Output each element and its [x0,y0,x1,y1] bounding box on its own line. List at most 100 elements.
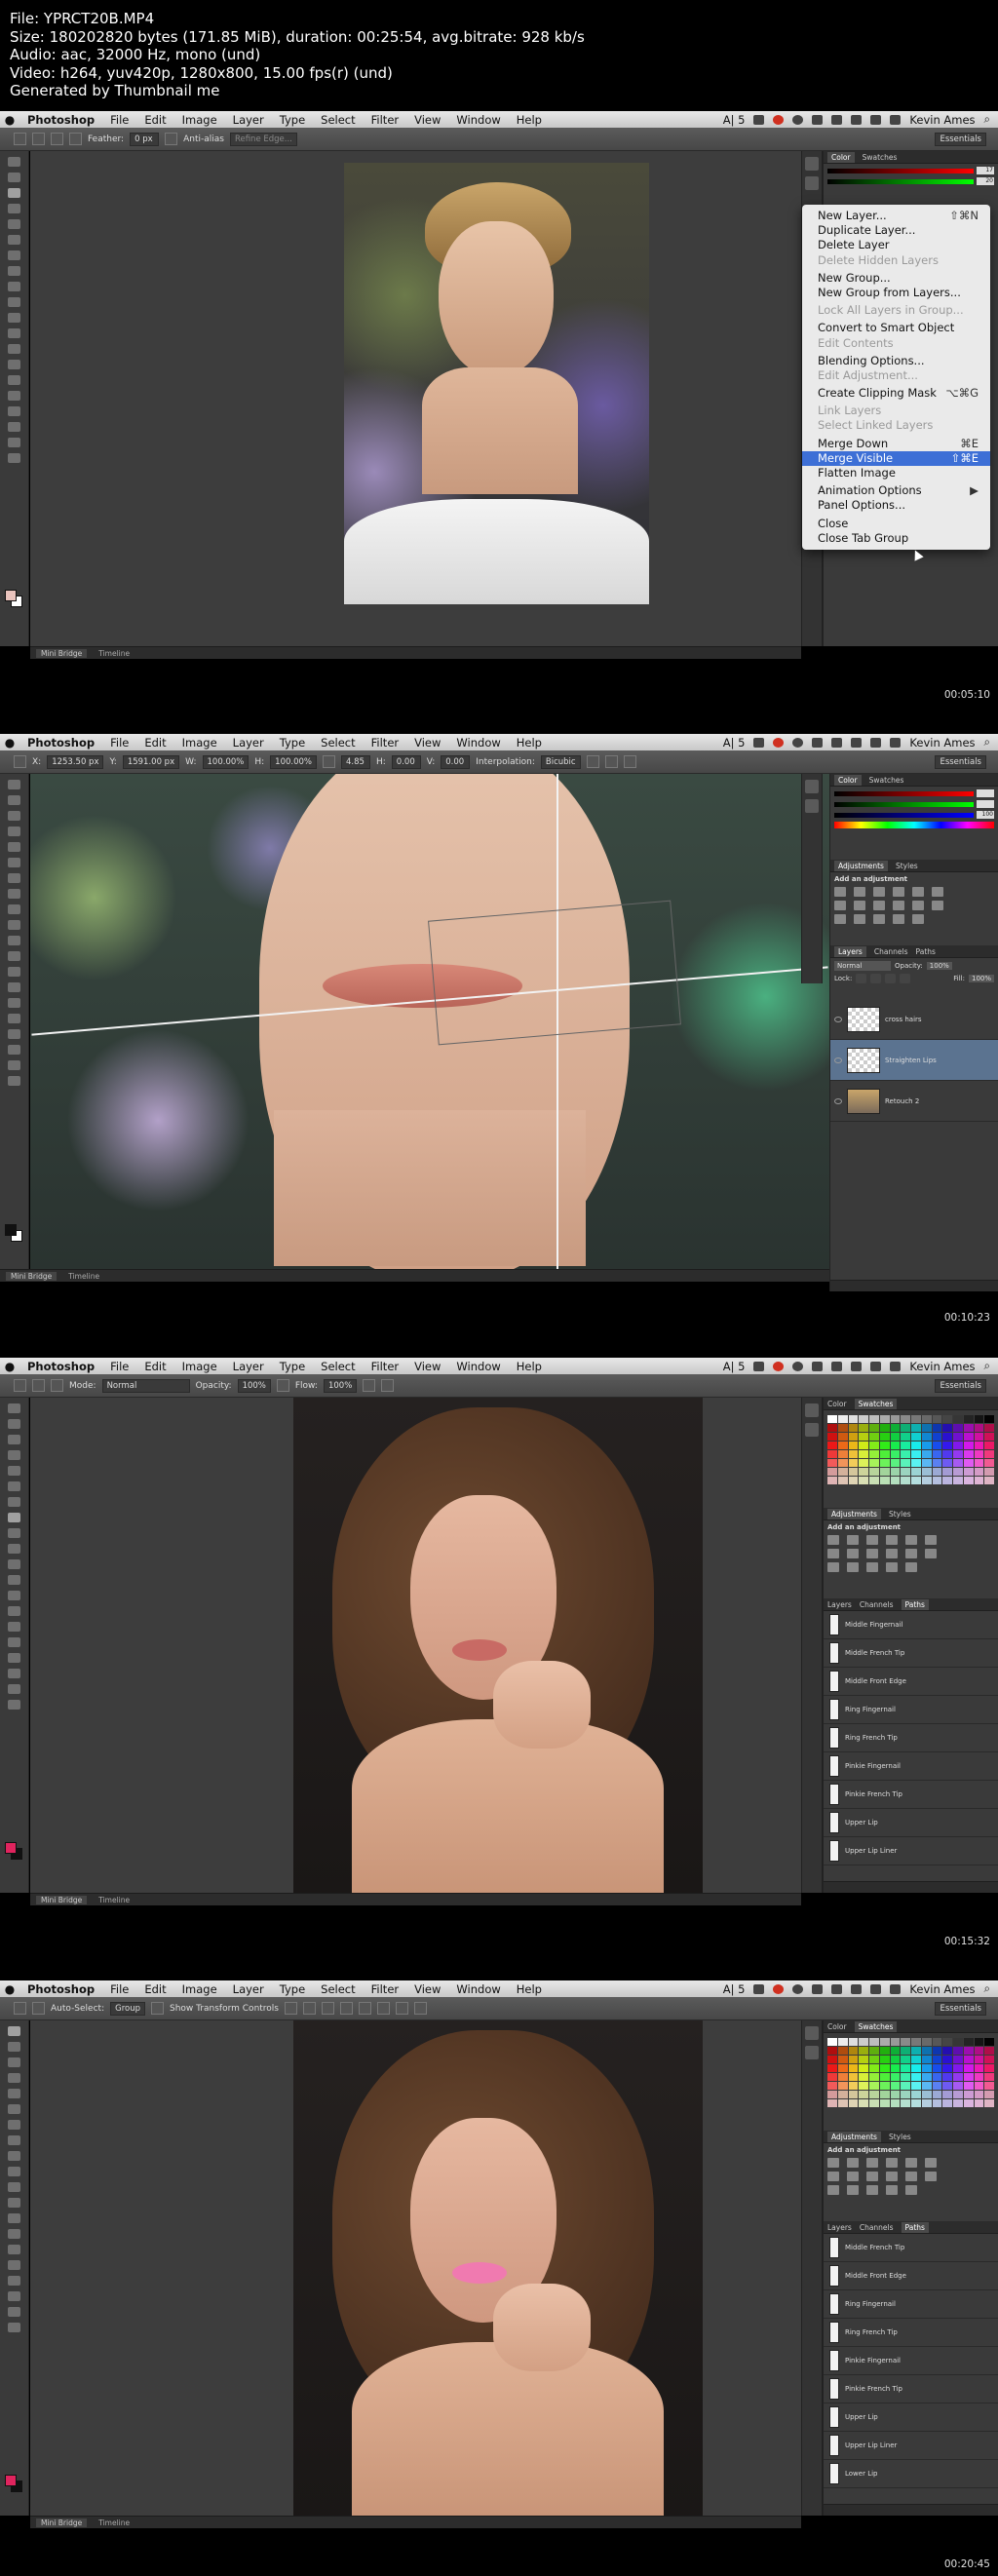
swatch-cell[interactable] [890,2091,901,2098]
eraser-tool-icon[interactable] [8,313,20,323]
tray-indicator[interactable]: A| 5 [723,1360,746,1373]
vskew-input[interactable]: 0.00 [441,754,471,769]
menubar-user[interactable]: Kevin Ames [909,1360,975,1373]
menu-window[interactable]: Window [448,1982,508,1996]
curves-adjustment-icon[interactable] [866,1535,878,1545]
swatch-cell[interactable] [879,1442,890,1449]
zoom-tool-icon[interactable] [8,1076,20,1086]
properties-panel-icon[interactable] [805,799,819,813]
type-tool-icon[interactable] [8,1637,20,1647]
layers-tab[interactable]: Layers [827,2223,852,2232]
quick-select-tool-icon[interactable] [8,827,20,836]
adjustments-tab[interactable]: Adjustments [834,860,888,871]
swatch-cell[interactable] [911,1450,921,1458]
menu-app[interactable]: Photoshop [19,113,102,127]
red-value[interactable]: 17 [977,167,994,174]
swatch-cell[interactable] [827,2099,837,2107]
green-value[interactable] [977,800,994,808]
swatch-cell[interactable] [953,2056,963,2063]
mini-bridge-tab[interactable]: Mini Bridge [36,2518,88,2527]
menu-edit[interactable]: Edit [136,1982,173,1996]
tray-wifi-icon[interactable] [851,1361,863,1371]
adjustments-tab[interactable]: Adjustments [827,1508,881,1519]
swatch-cell[interactable] [859,2099,868,2107]
subtract-selection-icon[interactable] [69,133,82,145]
swatch-cell[interactable] [859,2056,868,2063]
levels-adjustment-icon[interactable] [847,1535,859,1545]
tray-bluetooth-icon[interactable] [831,737,843,748]
menu-type[interactable]: Type [272,1982,313,1996]
hand-tool-icon[interactable] [8,1060,20,1070]
blur-tool-icon[interactable] [8,2213,20,2223]
swatch-cell[interactable] [890,1424,901,1432]
menu-item[interactable]: Flatten Image [802,466,990,481]
swatch-cell[interactable] [921,1415,932,1423]
swatch-cell[interactable] [869,2091,879,2098]
blend-mode-select[interactable]: Normal [834,961,891,971]
swatch-cell[interactable] [890,2064,901,2072]
swatch-cell[interactable] [848,2064,859,2072]
path-row[interactable]: Middle French Tip [824,1639,998,1668]
vibrance-adjustment-icon[interactable] [912,887,924,897]
swatch-cell[interactable] [837,1442,848,1449]
swatch-cell[interactable] [942,2056,952,2063]
swatch-cell[interactable] [963,1477,974,1484]
document-canvas[interactable] [30,2020,801,2516]
menu-help[interactable]: Help [509,1982,550,1996]
menu-image[interactable]: Image [174,113,225,127]
brush-tool-icon[interactable] [8,1513,20,1522]
swatch-cell[interactable] [974,2047,984,2055]
document-canvas[interactable] [30,774,829,1269]
adjustments-tab[interactable]: Adjustments [827,2131,881,2142]
swatch-cell[interactable] [837,1477,848,1484]
threshold-adjustment-icon[interactable] [873,914,885,924]
swatch-cell[interactable] [859,1424,868,1432]
swatch-cell[interactable] [859,1468,868,1476]
swatch-cell[interactable] [911,2038,921,2046]
crop-tool-icon[interactable] [8,842,20,852]
swatch-cell[interactable] [848,1442,859,1449]
eraser-tool-icon[interactable] [8,2182,20,2192]
swatch-cell[interactable] [901,2073,910,2081]
photo-filter-adjustment-icon[interactable] [886,2172,898,2181]
swatch-cell[interactable] [901,1477,910,1484]
show-transform-checkbox[interactable] [151,2002,164,2015]
swatch-cell[interactable] [901,2047,910,2055]
marquee-tool-icon[interactable] [8,795,20,805]
crop-tool-icon[interactable] [8,1466,20,1476]
swatch-cell[interactable] [837,2047,848,2055]
type-tool-icon[interactable] [8,2260,20,2270]
swatch-cell[interactable] [942,2047,952,2055]
swatch-cell[interactable] [890,1468,901,1476]
swatch-cell[interactable] [963,1415,974,1423]
color-tab[interactable]: Color [827,1400,847,1408]
properties-panel-icon[interactable] [805,176,819,190]
tray-volume-icon[interactable] [870,737,882,748]
path-row[interactable]: Middle Front Edge [824,2262,998,2290]
swatch-cell[interactable] [953,2082,963,2090]
swatch-cell[interactable] [890,2082,901,2090]
swatch-cell[interactable] [984,2082,994,2090]
clone-stamp-tool-icon[interactable] [8,904,20,914]
layer-row[interactable]: Straighten Lips [830,1040,998,1081]
swatch-cell[interactable] [932,2056,942,2063]
swatch-cell[interactable] [901,2091,910,2098]
lasso-tool-icon[interactable] [8,811,20,821]
swatch-cell[interactable] [984,1450,994,1458]
clone-stamp-tool-icon[interactable] [8,282,20,291]
swatch-cell[interactable] [942,1424,952,1432]
swatch-cell[interactable] [932,1468,942,1476]
swatch-cell[interactable] [827,1459,837,1467]
swatch-cell[interactable] [984,1442,994,1449]
swatch-cell[interactable] [911,2073,921,2081]
path-row[interactable]: Middle Front Edge [824,1668,998,1696]
red-slider[interactable] [827,168,974,173]
swatch-cell[interactable] [974,2099,984,2107]
workspace-select[interactable]: Essentials [935,132,986,146]
timeline-tab[interactable]: Timeline [98,649,130,658]
swatch-cell[interactable] [901,1433,910,1441]
brightness-adjustment-icon[interactable] [827,2158,839,2168]
menu-type[interactable]: Type [272,736,313,750]
gradient-map-adjustment-icon[interactable] [893,914,904,924]
path-row[interactable]: Ring Fingernail [824,2290,998,2319]
